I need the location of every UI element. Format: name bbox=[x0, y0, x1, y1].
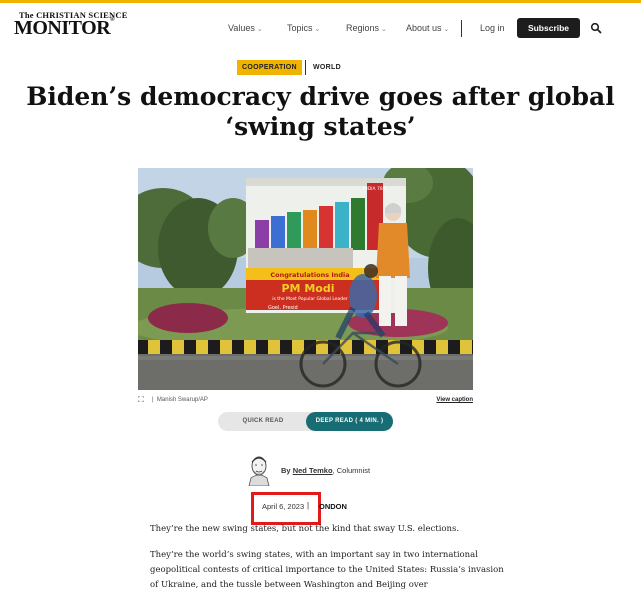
subscribe-button[interactable]: Subscribe bbox=[517, 18, 580, 38]
nav-regions[interactable]: Regions ⌄ bbox=[346, 23, 387, 33]
view-caption-link[interactable]: View caption bbox=[436, 397, 473, 403]
author-role: , Columnist bbox=[332, 466, 371, 475]
search-icon[interactable] bbox=[590, 22, 602, 34]
category-badge[interactable]: COOPERATION bbox=[237, 60, 302, 75]
billboard-banner: Congratulations India bbox=[270, 271, 349, 279]
dateline-separator: | bbox=[307, 501, 310, 510]
photo-credit-text: Manish Swarup/AP bbox=[156, 397, 208, 403]
logo-registered-mark: ® bbox=[110, 17, 115, 23]
billboard-sub: is the Most Popular Global Leader bbox=[272, 296, 348, 302]
chevron-down-icon: ⌄ bbox=[443, 26, 450, 33]
expand-icon[interactable]: ⛶ bbox=[138, 395, 144, 405]
publish-date: April 6, 2023 bbox=[262, 502, 305, 511]
photo-credit: | Manish Swarup/AP bbox=[152, 397, 208, 403]
chevron-down-icon: ⌄ bbox=[314, 26, 321, 33]
nav-regions-label: Regions bbox=[346, 23, 380, 33]
billboard-top-label: INDIA 78% bbox=[363, 186, 388, 192]
billboard-goel: Goel, Presid bbox=[268, 305, 298, 311]
category-divider bbox=[305, 60, 306, 75]
nav-about-label: About us bbox=[406, 23, 442, 33]
chevron-down-icon: ⌄ bbox=[381, 26, 387, 33]
photo-credit-row: ⛶ | Manish Swarup/AP View caption bbox=[138, 395, 473, 407]
article-paragraph: They’re the world’s swing states, with a… bbox=[150, 550, 504, 590]
article-headline: Biden’s democracy drive goes after globa… bbox=[26, 82, 615, 141]
section-label[interactable]: WORLD bbox=[313, 60, 341, 75]
read-mode-toggle: QUICK READ DEEP READ ( 4 MIN. ) bbox=[218, 412, 393, 431]
quick-read-button[interactable]: QUICK READ bbox=[218, 412, 308, 431]
byline: By Ned Temko, Columnist bbox=[281, 466, 370, 475]
logo-main-text: MONITOR® bbox=[14, 17, 115, 39]
chevron-down-icon: ⌄ bbox=[256, 26, 263, 33]
nav-topics[interactable]: Topics ⌄ bbox=[287, 23, 320, 33]
dateline-location: ONDON bbox=[319, 502, 347, 511]
author-link[interactable]: Ned Temko bbox=[293, 466, 333, 475]
author-avatar[interactable] bbox=[245, 452, 273, 486]
nav-values-label: Values bbox=[228, 23, 255, 33]
article-paragraph: They’re the new swing states, but not th… bbox=[150, 524, 460, 534]
billboard-name: PM Modi bbox=[282, 282, 335, 295]
nav-topics-label: Topics bbox=[287, 23, 313, 33]
nav-about-us[interactable]: About us ⌄ bbox=[406, 23, 449, 33]
deep-read-button[interactable]: DEEP READ ( 4 MIN. ) bbox=[306, 412, 393, 431]
top-accent-bar bbox=[0, 0, 641, 3]
site-logo[interactable]: The CHRISTIAN SCIENCE MONITOR® bbox=[14, 10, 127, 39]
byline-by: By bbox=[281, 466, 291, 475]
nav-divider bbox=[461, 20, 462, 37]
login-link[interactable]: Log in bbox=[480, 23, 505, 33]
nav-values[interactable]: Values ⌄ bbox=[228, 23, 263, 33]
article-photo[interactable]: INDIA 78% Congratulations India PM Modi … bbox=[138, 168, 473, 390]
